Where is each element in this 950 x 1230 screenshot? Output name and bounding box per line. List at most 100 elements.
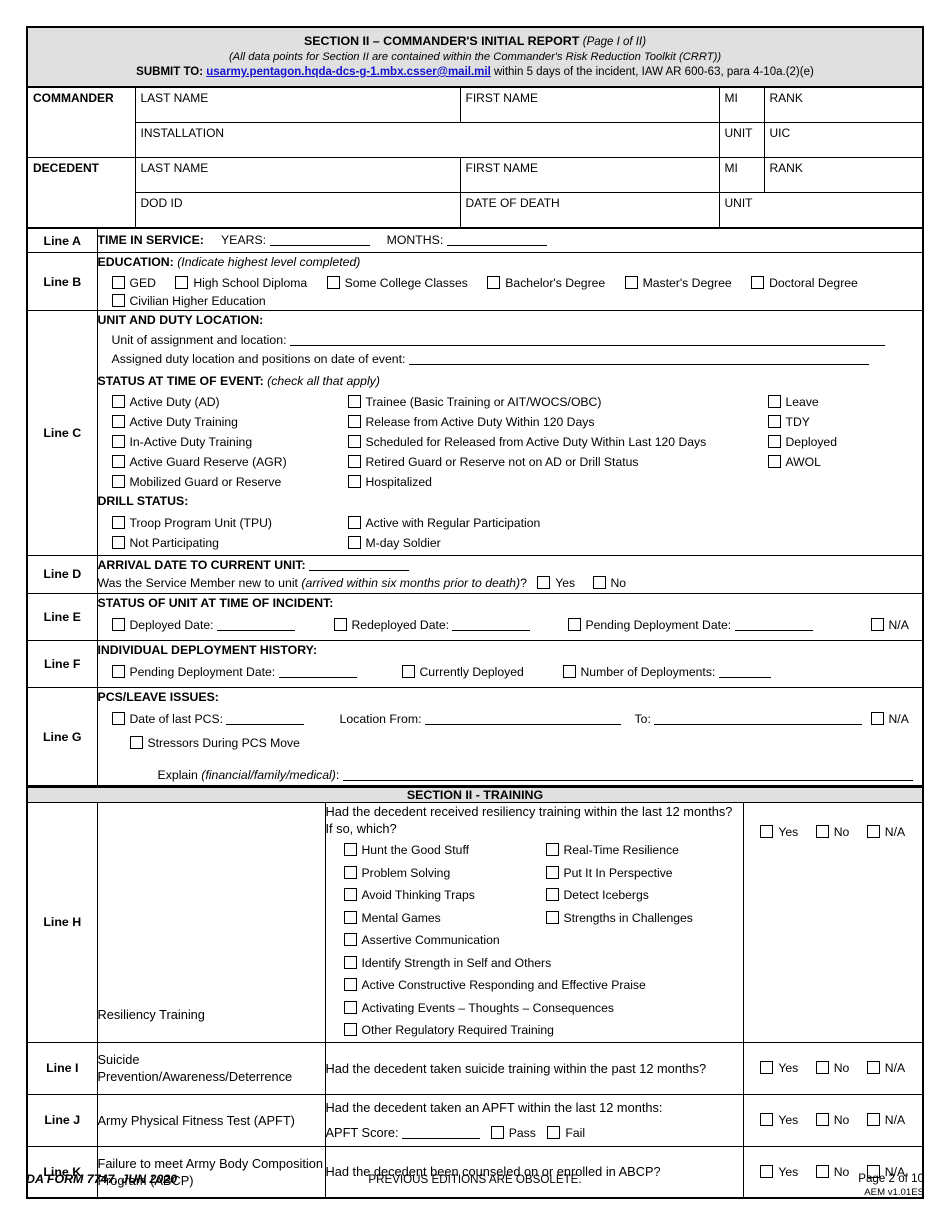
- checkbox-icon[interactable]: [343, 978, 357, 992]
- checkbox-icon[interactable]: [347, 535, 361, 549]
- line-h-answer-yes[interactable]: Yes: [760, 824, 798, 839]
- years-input[interactable]: [269, 234, 370, 247]
- deployment-number-of-deployments[interactable]: Number of Deployments:: [562, 663, 771, 681]
- unit-status-deployed-date[interactable]: Deployed Date:: [111, 616, 295, 634]
- months-input[interactable]: [446, 234, 547, 247]
- checkbox-icon[interactable]: [767, 455, 781, 469]
- education-option-civilian-higher-education[interactable]: Civilian Higher Education: [111, 292, 266, 310]
- location-to-input[interactable]: [654, 713, 863, 725]
- education-option-some-college-classes[interactable]: Some College Classes: [326, 274, 468, 292]
- checkbox-icon[interactable]: [767, 395, 781, 409]
- line-h-answer-no[interactable]: No: [815, 824, 849, 839]
- checkbox-icon[interactable]: [326, 275, 340, 289]
- checkbox-icon[interactable]: [767, 415, 781, 429]
- checkbox-icon[interactable]: [343, 933, 357, 947]
- line-i-answer-yes[interactable]: Yes: [760, 1061, 798, 1075]
- education-option-bachelors-degree[interactable]: Bachelor's Degree: [487, 274, 605, 292]
- checkbox-icon[interactable]: [343, 955, 357, 969]
- checkbox-icon[interactable]: [111, 395, 125, 409]
- commander-last-name-field[interactable]: LAST NAME: [134, 87, 461, 124]
- drill-option-troop-program-unit[interactable]: Troop Program Unit (TPU): [111, 513, 272, 533]
- checkbox-icon[interactable]: [537, 576, 551, 590]
- drill-option-active-regular-participation[interactable]: Active with Regular Participation: [347, 513, 540, 533]
- checkbox-icon[interactable]: [866, 824, 880, 838]
- status-option-trainee[interactable]: Trainee (Basic Training or AIT/WOCS/OBC): [347, 392, 707, 412]
- decedent-date-of-death-field[interactable]: DATE OF DEATH: [459, 192, 720, 229]
- drill-option-m-day-soldier[interactable]: M-day Soldier: [347, 533, 541, 553]
- redeployed-date-input[interactable]: [452, 619, 531, 631]
- resiliency-option-other-regulatory-required-training[interactable]: Other Regulatory Required Training: [343, 1020, 554, 1042]
- checkbox-icon[interactable]: [870, 617, 884, 631]
- education-option-high-school-diploma[interactable]: High School Diploma: [175, 274, 307, 292]
- commander-uic-field[interactable]: UIC: [763, 122, 924, 159]
- checkbox-icon[interactable]: [567, 617, 581, 631]
- status-option-tdy[interactable]: TDY: [767, 412, 838, 432]
- checkbox-icon[interactable]: [111, 665, 125, 679]
- status-option-scheduled-release-last-120[interactable]: Scheduled for Released from Active Duty …: [347, 432, 706, 452]
- checkbox-icon[interactable]: [760, 824, 774, 838]
- checkbox-icon[interactable]: [111, 294, 125, 307]
- commander-mi-field[interactable]: MI: [718, 87, 765, 124]
- number-of-deployments-input[interactable]: [718, 666, 771, 679]
- status-option-active-duty-training[interactable]: Active Duty Training: [111, 412, 287, 432]
- checkbox-icon[interactable]: [815, 1113, 829, 1127]
- education-option-ged[interactable]: GED: [111, 274, 156, 292]
- checkbox-icon[interactable]: [545, 910, 559, 924]
- apft-fail[interactable]: Fail: [547, 1125, 585, 1141]
- unit-assignment-input[interactable]: [289, 335, 885, 346]
- drill-option-not-participating[interactable]: Not Participating: [111, 533, 272, 553]
- checkbox-icon[interactable]: [111, 475, 125, 489]
- checkbox-icon[interactable]: [490, 1125, 504, 1139]
- checkbox-icon[interactable]: [815, 1061, 829, 1075]
- pcs-stressors-during-move[interactable]: Stressors During PCS Move: [129, 734, 300, 752]
- checkbox-icon[interactable]: [347, 515, 361, 529]
- decedent-rank-field[interactable]: RANK: [763, 157, 924, 194]
- checkbox-icon[interactable]: [866, 1113, 880, 1127]
- apft-score-input[interactable]: [402, 1127, 481, 1139]
- checkbox-icon[interactable]: [760, 1061, 774, 1075]
- arrival-date-input[interactable]: [309, 559, 410, 571]
- decedent-first-name-field[interactable]: FIRST NAME: [459, 157, 720, 194]
- deployed-date-input[interactable]: [216, 619, 295, 631]
- checkbox-icon[interactable]: [815, 824, 829, 838]
- line-j-answer-yes[interactable]: Yes: [760, 1113, 798, 1127]
- status-option-inactive-duty-training[interactable]: In-Active Duty Training: [111, 432, 287, 452]
- deployment-currently-deployed[interactable]: Currently Deployed: [401, 663, 524, 681]
- education-option-masters-degree[interactable]: Master's Degree: [624, 274, 732, 292]
- resiliency-option-put-it-in-perspective[interactable]: Put It In Perspective: [545, 863, 673, 885]
- checkbox-icon[interactable]: [760, 1113, 774, 1127]
- line-j-answer-no[interactable]: No: [815, 1113, 849, 1127]
- checkbox-icon[interactable]: [111, 617, 125, 631]
- checkbox-icon[interactable]: [347, 395, 361, 409]
- date-of-last-pcs-input[interactable]: [226, 713, 305, 725]
- status-option-deployed[interactable]: Deployed: [767, 432, 837, 452]
- status-option-leave[interactable]: Leave: [767, 392, 838, 412]
- resiliency-option-mental-games[interactable]: Mental Games: [343, 908, 546, 930]
- resiliency-option-real-time-resilience[interactable]: Real-Time Resilience: [545, 840, 679, 862]
- checkbox-icon[interactable]: [562, 665, 576, 679]
- checkbox-icon[interactable]: [111, 711, 125, 725]
- unit-status-redeployed-date[interactable]: Redeployed Date:: [333, 616, 531, 634]
- resiliency-option-avoid-thinking-traps[interactable]: Avoid Thinking Traps: [343, 885, 546, 907]
- checkbox-icon[interactable]: [129, 735, 143, 749]
- checkbox-icon[interactable]: [175, 275, 189, 289]
- resiliency-option-detect-icebergs[interactable]: Detect Icebergs: [545, 885, 649, 907]
- status-option-mobilized-guard-reserve[interactable]: Mobilized Guard or Reserve: [111, 472, 287, 492]
- pcs-date-of-last-pcs[interactable]: Date of last PCS:: [111, 710, 305, 728]
- explain-input[interactable]: [342, 770, 913, 782]
- checkbox-icon[interactable]: [870, 711, 884, 725]
- commander-installation-field[interactable]: INSTALLATION: [134, 122, 720, 159]
- decedent-last-name-field[interactable]: LAST NAME: [134, 157, 461, 194]
- decedent-unit-field[interactable]: UNIT: [718, 192, 924, 229]
- checkbox-icon[interactable]: [111, 535, 125, 549]
- checkbox-icon[interactable]: [343, 910, 357, 924]
- line-j-answer-na[interactable]: N/A: [866, 1113, 905, 1127]
- checkbox-icon[interactable]: [111, 415, 125, 429]
- checkbox-icon[interactable]: [487, 275, 501, 289]
- checkbox-icon[interactable]: [111, 275, 125, 289]
- checkbox-icon[interactable]: [767, 435, 781, 449]
- decedent-mi-field[interactable]: MI: [718, 157, 765, 194]
- resiliency-option-problem-solving[interactable]: Problem Solving: [343, 863, 546, 885]
- resiliency-option-assertive-communication[interactable]: Assertive Communication: [343, 930, 546, 952]
- status-option-hospitalized[interactable]: Hospitalized: [347, 472, 707, 492]
